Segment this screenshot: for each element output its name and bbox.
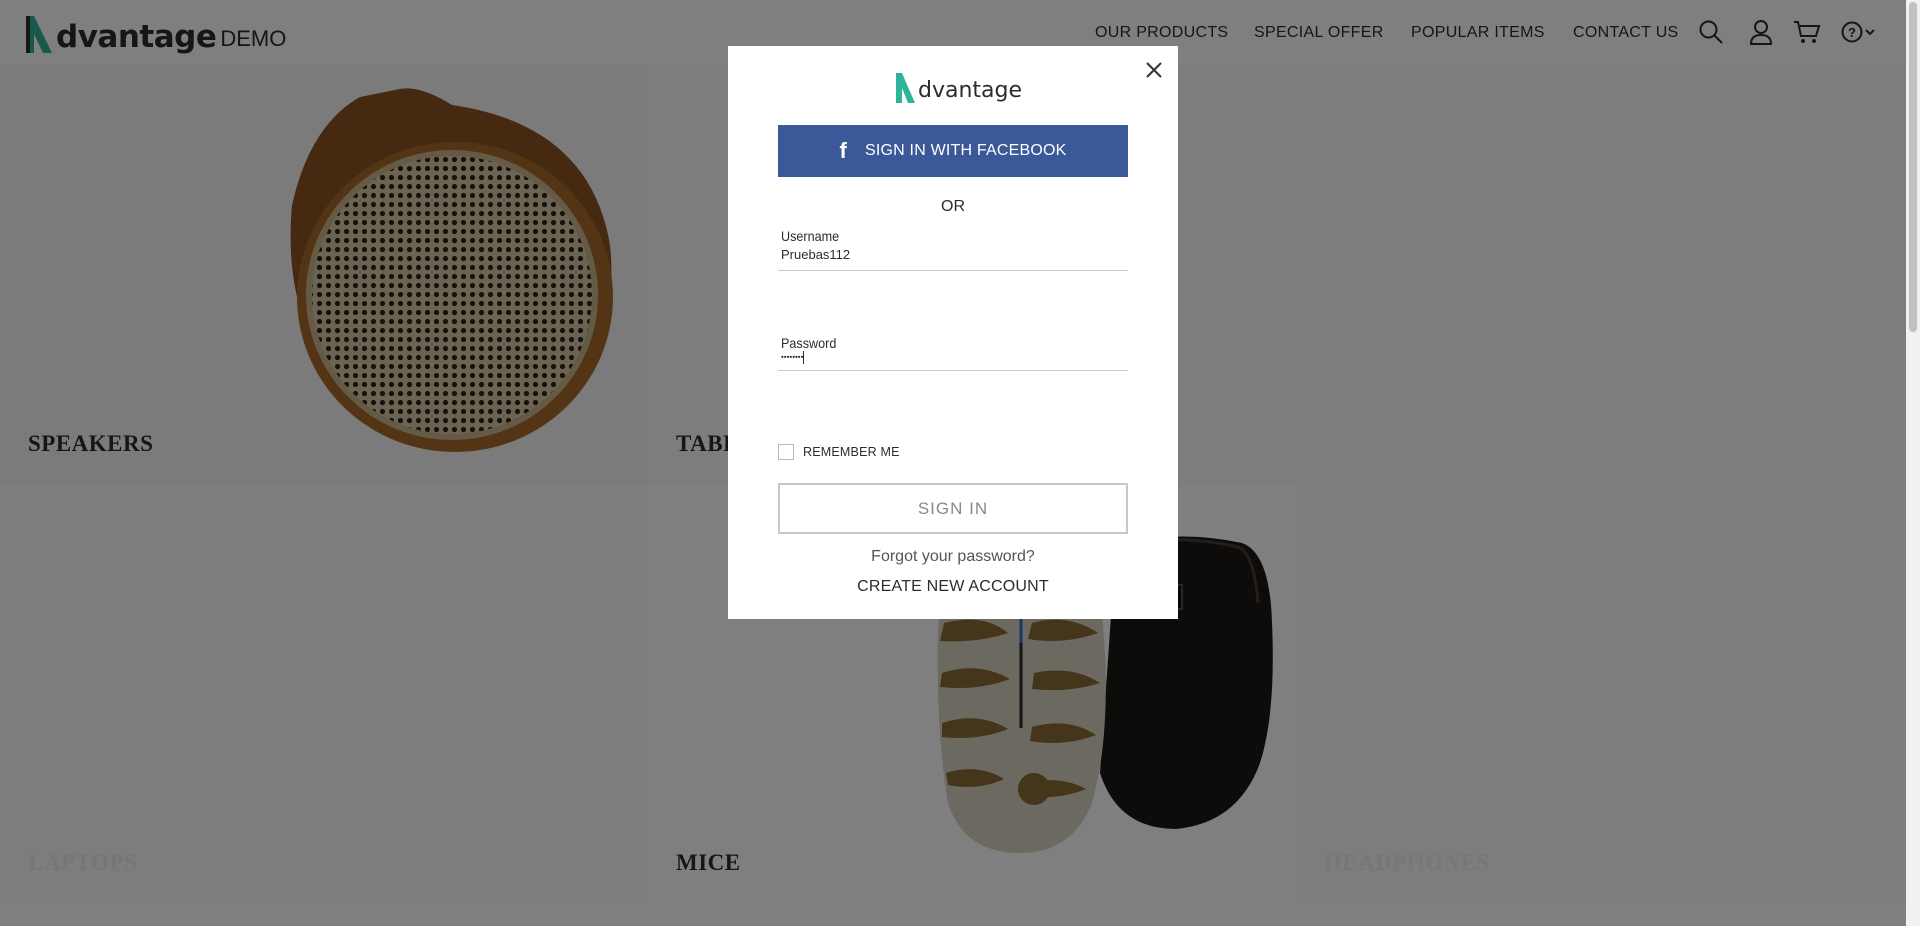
sign-in-button[interactable]: SIGN IN — [778, 483, 1128, 534]
username-label: Username — [781, 228, 840, 244]
modal-logo-text: dvantage — [918, 78, 1023, 103]
close-icon[interactable] — [1144, 60, 1164, 80]
username-field[interactable]: Username Pruebas112 — [778, 228, 1128, 271]
page-scrollbar[interactable] — [1906, 0, 1920, 926]
forgot-password-link[interactable]: Forgot your password? — [728, 548, 1178, 566]
password-label: Password — [781, 335, 837, 351]
remember-me-label: REMEMBER ME — [803, 445, 900, 459]
facebook-signin-label: SIGN IN WITH FACEBOOK — [864, 142, 1067, 159]
create-account-link[interactable]: CREATE NEW ACCOUNT — [728, 578, 1178, 596]
login-modal: dvantage f SIGN IN WITH FACEBOOK OR User… — [728, 46, 1178, 619]
text-cursor — [803, 351, 805, 364]
remember-me[interactable]: REMEMBER ME — [778, 444, 900, 460]
modal-logo: dvantage — [893, 70, 1022, 104]
password-masked-value: •••••••• — [781, 352, 804, 362]
facebook-signin-button[interactable]: f SIGN IN WITH FACEBOOK — [778, 125, 1128, 177]
scrollbar-thumb[interactable] — [1909, 2, 1917, 332]
advantage-logo-icon — [896, 73, 915, 103]
remember-me-checkbox[interactable] — [778, 444, 794, 460]
facebook-icon: f — [839, 138, 847, 163]
username-input[interactable]: Pruebas112 — [781, 247, 1128, 265]
password-field[interactable]: Password •••••••• — [778, 335, 1128, 371]
password-input[interactable]: •••••••• — [781, 351, 1128, 369]
or-divider: OR — [941, 198, 965, 215]
